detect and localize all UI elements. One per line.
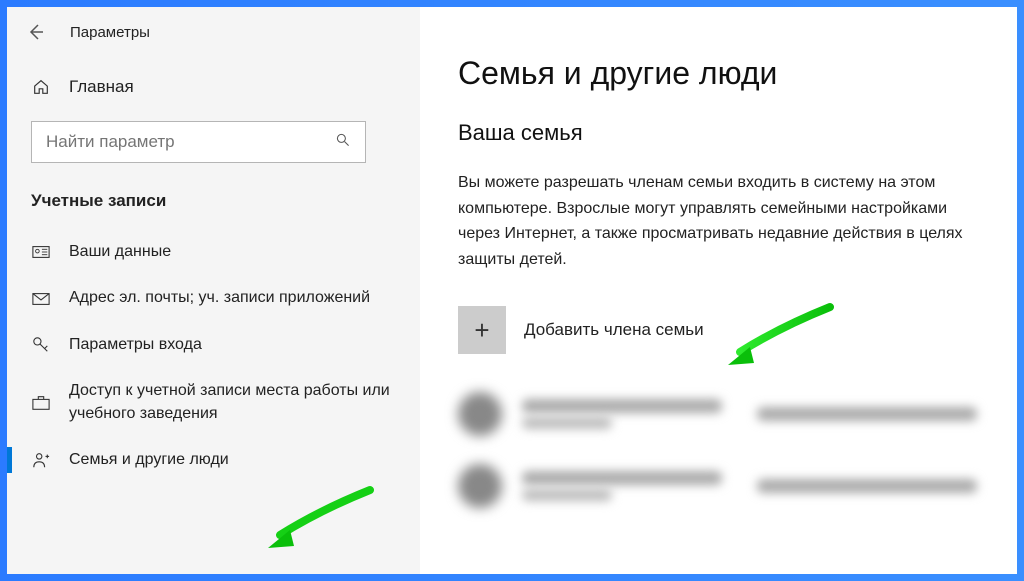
member-status-blurred [757,407,977,421]
key-icon [31,336,51,354]
section-description: Вы можете разрешать членам семьи входить… [458,170,977,272]
section-heading: Ваша семья [458,120,977,146]
avatar [458,392,502,436]
home-icon [31,78,51,96]
family-member-row[interactable] [458,392,977,436]
sidebar-item-work-access[interactable]: Доступ к учетной записи места работы или… [31,368,396,437]
sidebar-body: Главная Учетные записи Ваши данные [7,57,420,574]
briefcase-icon [31,395,51,411]
search-box[interactable] [31,121,366,163]
nav-list: Ваши данные Адрес эл. почты; уч. записи … [31,229,396,483]
family-member-row[interactable] [458,464,977,508]
member-text [522,399,722,429]
back-arrow-icon[interactable] [22,18,50,46]
main-content: Семья и другие люди Ваша семья Вы можете… [420,7,1017,574]
sidebar-item-your-info[interactable]: Ваши данные [31,229,396,275]
add-label: Добавить члена семьи [524,320,704,340]
member-name-blurred [522,399,722,413]
sidebar-item-signin-options[interactable]: Параметры входа [31,322,396,368]
plus-icon: + [458,306,506,354]
settings-window: Параметры Главная Учетные записи [0,0,1024,581]
person-add-icon [31,451,51,469]
member-role-blurred [522,417,612,429]
sidebar-item-email-accounts[interactable]: Адрес эл. почты; уч. записи приложений [31,275,396,321]
nav-label: Ваши данные [69,241,171,263]
page-heading: Семья и другие люди [458,55,977,92]
member-name-blurred [522,471,722,485]
mail-icon [31,292,51,306]
nav-label: Семья и другие люди [69,449,229,471]
home-label: Главная [69,77,134,97]
search-input[interactable] [46,132,335,152]
nav-label: Параметры входа [69,334,202,356]
search-icon [335,132,351,153]
sidebar-item-home[interactable]: Главная [31,77,396,97]
nav-label: Адрес эл. почты; уч. записи приложений [69,287,370,309]
sidebar: Параметры Главная Учетные записи [7,7,420,574]
category-title: Учетные записи [31,191,396,211]
sidebar-item-family[interactable]: Семья и другие люди [31,437,396,483]
member-status-blurred [757,479,977,493]
member-role-blurred [522,489,612,501]
add-family-member-button[interactable]: + Добавить члена семьи [458,306,977,354]
titlebar: Параметры [7,7,420,57]
id-card-icon [31,245,51,259]
avatar [458,464,502,508]
nav-label: Доступ к учетной записи места работы или… [69,380,396,425]
member-text [522,471,722,501]
app-title: Параметры [70,24,150,41]
